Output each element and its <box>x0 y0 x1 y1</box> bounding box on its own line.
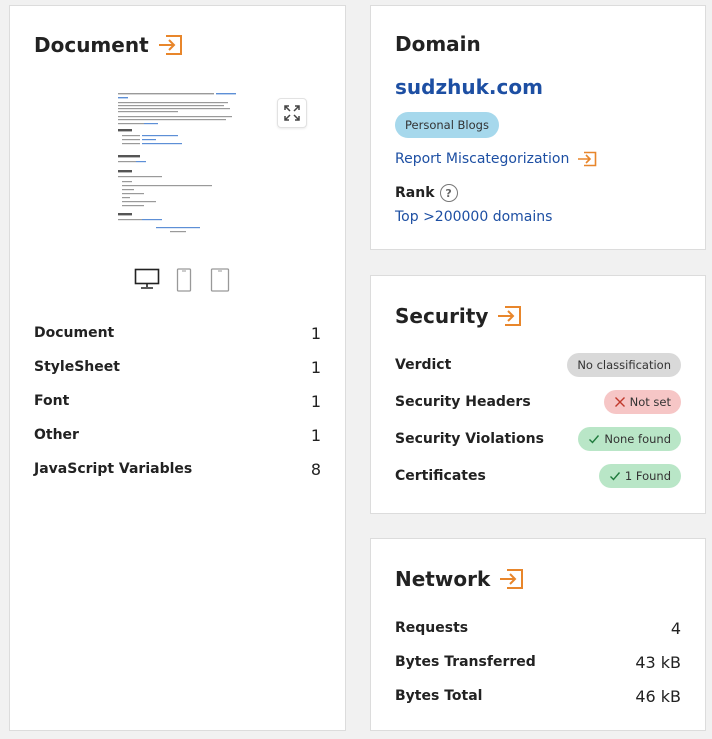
report-miscategorization-link[interactable]: Report Miscategorization <box>395 151 597 167</box>
domain-name-link[interactable]: sudzhuk.com <box>395 75 543 99</box>
network-label: Bytes Transferred <box>395 654 536 670</box>
network-value: 4 <box>670 618 681 638</box>
domain-title-text: Domain <box>395 32 481 56</box>
rank-label-text: Rank <box>395 185 435 201</box>
stat-value: 8 <box>310 459 321 479</box>
help-icon[interactable]: ? <box>439 184 458 202</box>
open-section-icon <box>578 151 597 167</box>
network-stats: Requests 4 Bytes Transferred 43 kB Bytes… <box>395 611 681 713</box>
stat-row: Font 1 <box>34 384 321 418</box>
document-card: Document Document 1 StyleSheet 1 Font 1 … <box>9 5 346 731</box>
network-card: Network Requests 4 Bytes Transferred 43 … <box>370 538 706 731</box>
badge-text: Not set <box>629 394 671 409</box>
security-label: Security Violations <box>395 430 544 447</box>
badge-text: 1 Found <box>624 468 671 483</box>
stat-label: Other <box>34 427 79 443</box>
stat-row: StyleSheet 1 <box>34 350 321 384</box>
stat-label: JavaScript Variables <box>34 461 193 477</box>
security-list: Verdict No classification Security Heade… <box>395 346 681 494</box>
security-card-title: Security <box>395 304 522 328</box>
verdict-badge: No classification <box>567 352 681 377</box>
check-icon <box>589 434 600 444</box>
desktop-icon[interactable] <box>134 268 160 290</box>
network-label: Bytes Total <box>395 688 483 704</box>
resource-stats: Document 1 StyleSheet 1 Font 1 Other 1 J… <box>34 316 321 486</box>
violations-badge: None found <box>578 426 681 451</box>
category-badge: Personal Blogs <box>395 112 499 138</box>
network-title-text: Network <box>395 567 491 591</box>
stat-label: Font <box>34 393 70 409</box>
network-row: Requests 4 <box>395 611 681 645</box>
stat-row: JavaScript Variables 8 <box>34 452 321 486</box>
security-label: Verdict <box>395 356 452 373</box>
security-label: Certificates <box>395 467 486 484</box>
tablet-icon[interactable] <box>210 268 230 292</box>
network-label: Requests <box>395 620 469 636</box>
security-row-certificates: Certificates 1 Found <box>395 457 681 494</box>
rank-label: Rank ? <box>395 184 458 202</box>
close-icon <box>614 396 625 407</box>
stat-value: 1 <box>310 323 321 343</box>
expand-icon <box>284 105 300 121</box>
security-title-text: Security <box>395 304 489 328</box>
mobile-icon[interactable] <box>176 268 192 292</box>
security-row-violations: Security Violations None found <box>395 420 681 457</box>
network-value: 46 kB <box>635 686 681 706</box>
stat-label: StyleSheet <box>34 359 120 375</box>
stat-label: Document <box>34 325 115 341</box>
open-section-icon[interactable] <box>157 34 183 56</box>
page-screenshot-thumbnail[interactable] <box>116 91 240 239</box>
open-section-icon[interactable] <box>498 568 524 590</box>
badge-text: None found <box>604 431 671 446</box>
security-row-verdict: Verdict No classification <box>395 346 681 383</box>
domain-card-title: Domain <box>395 32 481 56</box>
report-link-text: Report Miscategorization <box>395 151 570 167</box>
headers-badge: Not set <box>603 389 681 414</box>
security-label: Security Headers <box>395 393 531 410</box>
badge-text: No classification <box>577 357 671 372</box>
check-icon <box>609 471 620 481</box>
document-title-text: Document <box>34 33 149 57</box>
stat-value: 1 <box>310 391 321 411</box>
stat-value: 1 <box>310 357 321 377</box>
rank-value-link[interactable]: Top >200000 domains <box>395 209 552 225</box>
stat-row: Other 1 <box>34 418 321 452</box>
network-row: Bytes Transferred 43 kB <box>395 645 681 679</box>
expand-screenshot-button[interactable] <box>277 98 307 128</box>
network-value: 43 kB <box>635 652 681 672</box>
security-card: Security Verdict No classification Secur… <box>370 275 706 514</box>
network-row: Bytes Total 46 kB <box>395 679 681 713</box>
network-card-title: Network <box>395 567 524 591</box>
device-selector <box>134 268 234 294</box>
domain-card: Domain sudzhuk.com Personal Blogs Report… <box>370 5 706 250</box>
open-section-icon[interactable] <box>496 305 522 327</box>
certificates-badge[interactable]: 1 Found <box>598 463 681 488</box>
security-row-headers: Security Headers Not set <box>395 383 681 420</box>
stat-row: Document 1 <box>34 316 321 350</box>
screenshot-preview-graphic <box>118 93 236 233</box>
document-card-title: Document <box>34 33 183 57</box>
stat-value: 1 <box>310 425 321 445</box>
